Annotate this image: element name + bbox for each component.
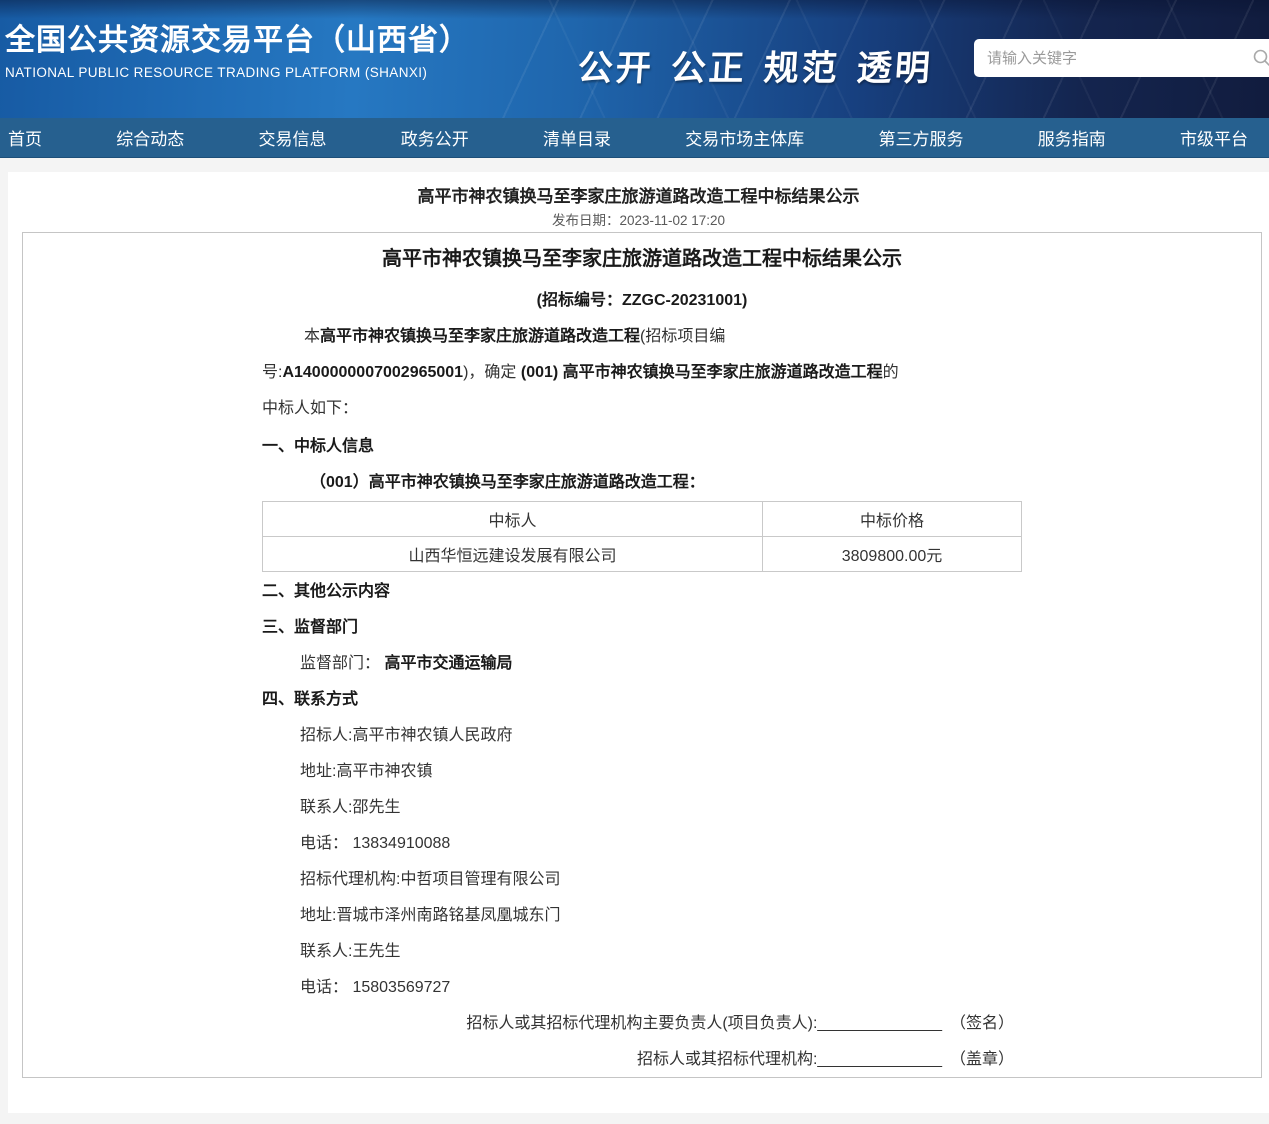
main-navigation: 首页 综合动态 交易信息 政务公开 清单目录 交易市场主体库 第三方服务 服务指南 市级平台 (0, 118, 1269, 158)
section-heading-other: 二、其他公示内容 (262, 574, 1022, 610)
section-heading-winner-info: 一、中标人信息 (262, 429, 1022, 465)
project-subheading: （001）高平市神农镇换马至李家庄旅游道路改造工程： (262, 465, 1022, 501)
supervisor-label: 监督部门： (300, 655, 384, 672)
intro-line: 号:A1400000007002965001)，确定 (001) 高平市神农镇换… (262, 355, 1022, 391)
nav-item-7[interactable]: 第三方服务 (879, 125, 964, 150)
contact-line-3: 联系人:邵先生 (262, 790, 1022, 826)
content-area: 高平市神农镇换马至李家庄旅游道路改造工程中标结果公示 发布日期：2023-11-… (8, 172, 1269, 1113)
publish-date: 发布日期：2023-11-02 17:20 (8, 212, 1269, 230)
award-table: 中标人中标价格山西华恒远建设发展有限公司3809800.00元 (262, 501, 1022, 572)
contact-line-7: 联系人:王先生 (262, 934, 1022, 970)
search-input[interactable] (974, 50, 1269, 67)
slogan-word-1: 公开 (576, 40, 656, 91)
contact-line-6: 地址:晋城市泽州南路铭基凤凰城东门 (262, 898, 1022, 934)
winner-name-cell: 山西华恒远建设发展有限公司 (263, 537, 763, 572)
intro-line: 本高平市神农镇换马至李家庄旅游道路改造工程(招标项目编 (262, 319, 1022, 355)
site-title-en: NATIONAL PUBLIC RESOURCE TRADING PLATFOR… (5, 65, 470, 80)
announcement-body: 高平市神农镇换马至李家庄旅游道路改造工程中标结果公示 (招标编号：ZZGC-20… (262, 241, 1022, 1078)
signature-line-1: 招标人或其招标代理机构主要负责人(项目负责人):______________ （… (262, 1006, 1022, 1042)
award-table-row: 山西华恒远建设发展有限公司3809800.00元 (263, 537, 1022, 572)
slogan-word-2: 公正 (669, 40, 749, 91)
section-heading-supervisor: 三、监督部门 (262, 610, 1022, 646)
announcement-title: 高平市神农镇换马至李家庄旅游道路改造工程中标结果公示 (262, 241, 1022, 277)
contact-line-8: 电话： 15803569727 (262, 970, 1022, 1006)
contact-line-4: 电话： 13834910088 (262, 826, 1022, 862)
site-logo: 全国公共资源交易平台（山西省） NATIONAL PUBLIC RESOURCE… (5, 24, 470, 80)
slogan-banner: 公开公正规范透明 (578, 40, 950, 91)
nav-item-1[interactable]: 首页 (8, 125, 42, 150)
nav-item-5[interactable]: 清单目录 (543, 125, 611, 150)
nav-item-3[interactable]: 交易信息 (259, 125, 327, 150)
signature-block: 招标人或其招标代理机构主要负责人(项目负责人):______________ （… (262, 1006, 1022, 1078)
nav-item-2[interactable]: 综合动态 (116, 125, 184, 150)
slogan-word-4: 透明 (855, 40, 935, 91)
site-title-cn: 全国公共资源交易平台（山西省） (5, 24, 470, 58)
award-table-header-cell: 中标价格 (763, 502, 1022, 537)
contact-line-5: 招标代理机构:中哲项目管理有限公司 (262, 862, 1022, 898)
intro-line: 中标人如下： (262, 391, 1022, 427)
nav-item-8[interactable]: 服务指南 (1038, 125, 1106, 150)
supervisor-line: 监督部门： 高平市交通运输局 (262, 646, 1022, 682)
award-table-header-row: 中标人中标价格 (263, 502, 1022, 537)
nav-item-9[interactable]: 市级平台 (1180, 125, 1248, 150)
supervisor-value: 高平市交通运输局 (384, 655, 512, 672)
tender-number: (招标编号：ZZGC-20231001) (262, 283, 1022, 319)
contact-block: 招标人:高平市神农镇人民政府地址:高平市神农镇联系人:邵先生电话： 138349… (262, 718, 1022, 1006)
site-header: 全国公共资源交易平台（山西省） NATIONAL PUBLIC RESOURCE… (0, 0, 1269, 118)
section-heading-contact: 四、联系方式 (262, 682, 1022, 718)
search-box[interactable] (974, 39, 1269, 77)
nav-item-4[interactable]: 政务公开 (401, 125, 469, 150)
contact-line-1: 招标人:高平市神农镇人民政府 (262, 718, 1022, 754)
nav-item-6[interactable]: 交易市场主体库 (685, 125, 804, 150)
signature-line-2: 招标人或其招标代理机构:______________ （盖章） (262, 1042, 1022, 1078)
publish-date-label: 发布日期： (552, 213, 620, 228)
award-table-header-cell: 中标人 (263, 502, 763, 537)
intro-paragraph: 本高平市神农镇换马至李家庄旅游道路改造工程(招标项目编号:A1400000007… (262, 319, 1022, 427)
announcement-panel: 高平市神农镇换马至李家庄旅游道路改造工程中标结果公示 (招标编号：ZZGC-20… (22, 232, 1262, 1078)
page-title: 高平市神农镇换马至李家庄旅游道路改造工程中标结果公示 (8, 186, 1269, 208)
contact-line-2: 地址:高平市神农镇 (262, 754, 1022, 790)
slogan-word-3: 规范 (762, 40, 842, 91)
publish-date-value: 2023-11-02 17:20 (619, 213, 725, 228)
search-icon[interactable] (1252, 48, 1269, 68)
winner-price-cell: 3809800.00元 (763, 537, 1022, 572)
